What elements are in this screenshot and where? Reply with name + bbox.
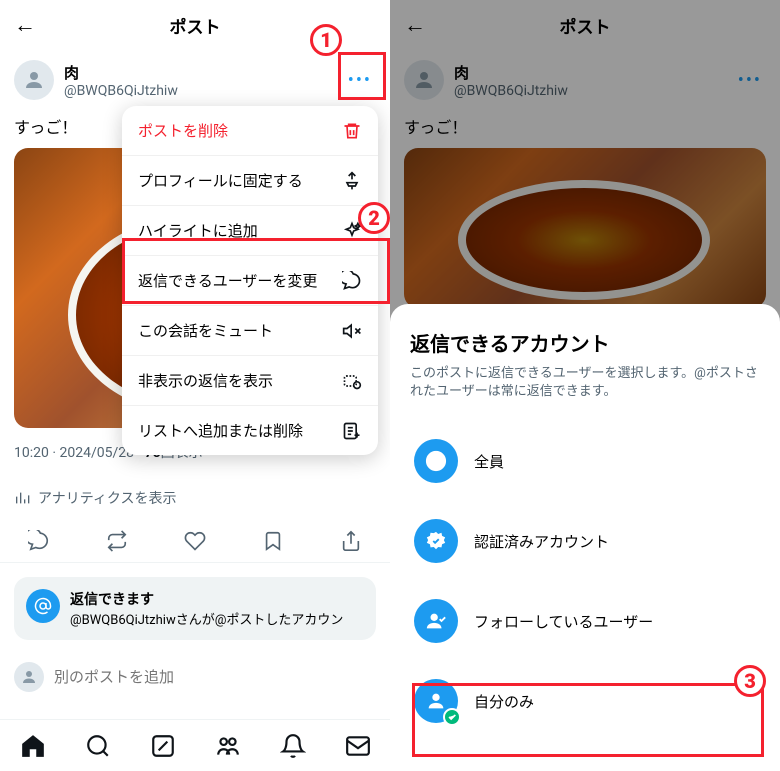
menu-mute[interactable]: この会話をミュート: [122, 306, 378, 356]
post-header: 肉 @BWQB6QiJtzhiw •••: [0, 50, 390, 110]
bottom-nav: [0, 719, 390, 771]
speech-icon: [342, 271, 362, 291]
menu-highlight[interactable]: ハイライトに追加: [122, 206, 378, 256]
add-post-row: [0, 654, 390, 700]
compose-icon[interactable]: [150, 733, 176, 759]
user-name[interactable]: 肉: [64, 62, 344, 83]
reply-settings-sheet: 返信できるアカウント このポストに返信できるユーザーを選択します。@ポストされた…: [390, 304, 780, 771]
sheet-description: このポストに返信できるユーザーを選択します。@ポストされたユーザーは常に返信でき…: [410, 365, 760, 401]
avatar[interactable]: [14, 60, 54, 100]
analytics-link[interactable]: アナリティクスを表示: [0, 476, 390, 520]
option-only-me[interactable]: 自分のみ: [410, 661, 760, 741]
person-icon: [414, 679, 458, 723]
bookmark-icon[interactable]: [262, 530, 284, 552]
avatar-small: [14, 662, 44, 692]
left-pane: ← ポスト 肉 @BWQB6QiJtzhiw ••• すっご！ 10:20 · …: [0, 0, 390, 771]
user-handle[interactable]: @BWQB6QiJtzhiw: [64, 83, 344, 99]
notifications-icon[interactable]: [280, 733, 306, 759]
like-icon[interactable]: [184, 530, 206, 552]
check-icon: [443, 708, 461, 726]
back-icon[interactable]: ←: [14, 12, 36, 38]
more-icon[interactable]: •••: [344, 66, 376, 95]
right-pane: ← ポスト 肉 @BWQB6QiJtzhiw ••• すっご！ 返信できるアカウ…: [390, 0, 780, 771]
option-verified[interactable]: 認証済みアカウント: [410, 501, 760, 581]
share-icon[interactable]: [340, 530, 362, 552]
post-options-menu: ポストを削除 プロフィールに固定する ハイライトに追加 返信できるユーザーを変更…: [122, 106, 378, 455]
list-icon: [342, 421, 362, 441]
communities-icon[interactable]: [215, 733, 241, 759]
search-icon[interactable]: [85, 733, 111, 759]
globe-icon: [414, 439, 458, 483]
menu-pin[interactable]: プロフィールに固定する: [122, 156, 378, 206]
person-check-icon: [414, 599, 458, 643]
reply-permission-box[interactable]: 返信できます @BWQB6QiJtzhiwさんが@ポストしたアカウン: [14, 577, 376, 640]
reply-box-title: 返信できます: [70, 589, 343, 609]
home-icon[interactable]: [20, 733, 46, 759]
add-post-input[interactable]: [54, 668, 376, 686]
menu-hidden[interactable]: 非表示の返信を表示: [122, 356, 378, 406]
menu-delete[interactable]: ポストを削除: [122, 106, 378, 156]
retweet-icon[interactable]: [106, 530, 128, 552]
sparkle-icon: [342, 221, 362, 241]
hidden-replies-icon: [342, 371, 362, 391]
menu-list[interactable]: リストへ追加または削除: [122, 406, 378, 455]
reply-box-body: @BWQB6QiJtzhiwさんが@ポストしたアカウン: [70, 609, 343, 628]
menu-change-reply[interactable]: 返信できるユーザーを変更: [122, 256, 378, 306]
post-actions: [0, 520, 390, 563]
sheet-title: 返信できるアカウント: [410, 328, 760, 357]
messages-icon[interactable]: [345, 733, 371, 759]
verified-icon: [414, 519, 458, 563]
mute-icon: [342, 321, 362, 341]
pin-icon: [342, 171, 362, 191]
option-following[interactable]: フォローしているユーザー: [410, 581, 760, 661]
mention-icon: [26, 589, 60, 623]
header: ← ポスト: [0, 0, 390, 50]
trash-icon: [342, 121, 362, 141]
option-everyone[interactable]: 全員: [410, 421, 760, 501]
reply-icon[interactable]: [28, 530, 50, 552]
page-title: ポスト: [0, 13, 390, 38]
